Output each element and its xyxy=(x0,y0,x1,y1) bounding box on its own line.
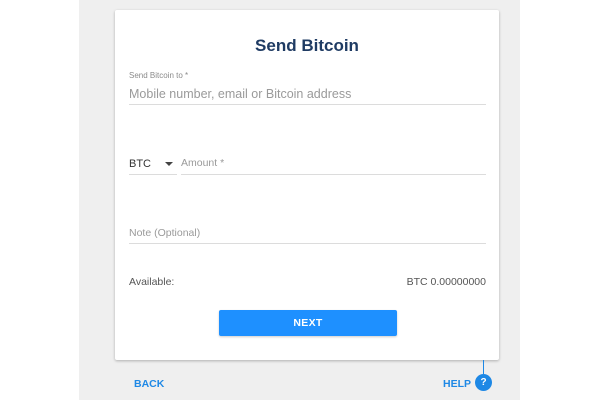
currency-underline xyxy=(129,174,177,175)
caret-down-icon xyxy=(165,162,173,166)
help-link[interactable]: HELP xyxy=(443,378,471,390)
recipient-underline xyxy=(129,104,486,105)
currency-value: BTC xyxy=(129,158,151,170)
form-title: Send Bitcoin xyxy=(255,36,359,55)
back-link[interactable]: BACK xyxy=(134,378,164,390)
send-bitcoin-card: Send Bitcoin Send Bitcoin to * Mobile nu… xyxy=(115,10,499,360)
help-icon[interactable]: ? xyxy=(475,374,492,391)
available-balance: BTC 0.00000000 xyxy=(406,276,486,288)
currency-select[interactable]: BTC xyxy=(129,156,177,174)
recipient-label: Send Bitcoin to * xyxy=(129,71,189,80)
recipient-input[interactable]: Mobile number, email or Bitcoin address xyxy=(129,87,351,101)
note-input[interactable]: Note (Optional) xyxy=(129,227,200,239)
help-connector-line xyxy=(483,360,484,374)
amount-underline xyxy=(181,174,486,175)
next-button[interactable]: NEXT xyxy=(219,310,397,336)
note-underline xyxy=(129,243,486,244)
available-label: Available: xyxy=(129,276,175,288)
amount-input[interactable]: Amount * xyxy=(181,157,224,169)
